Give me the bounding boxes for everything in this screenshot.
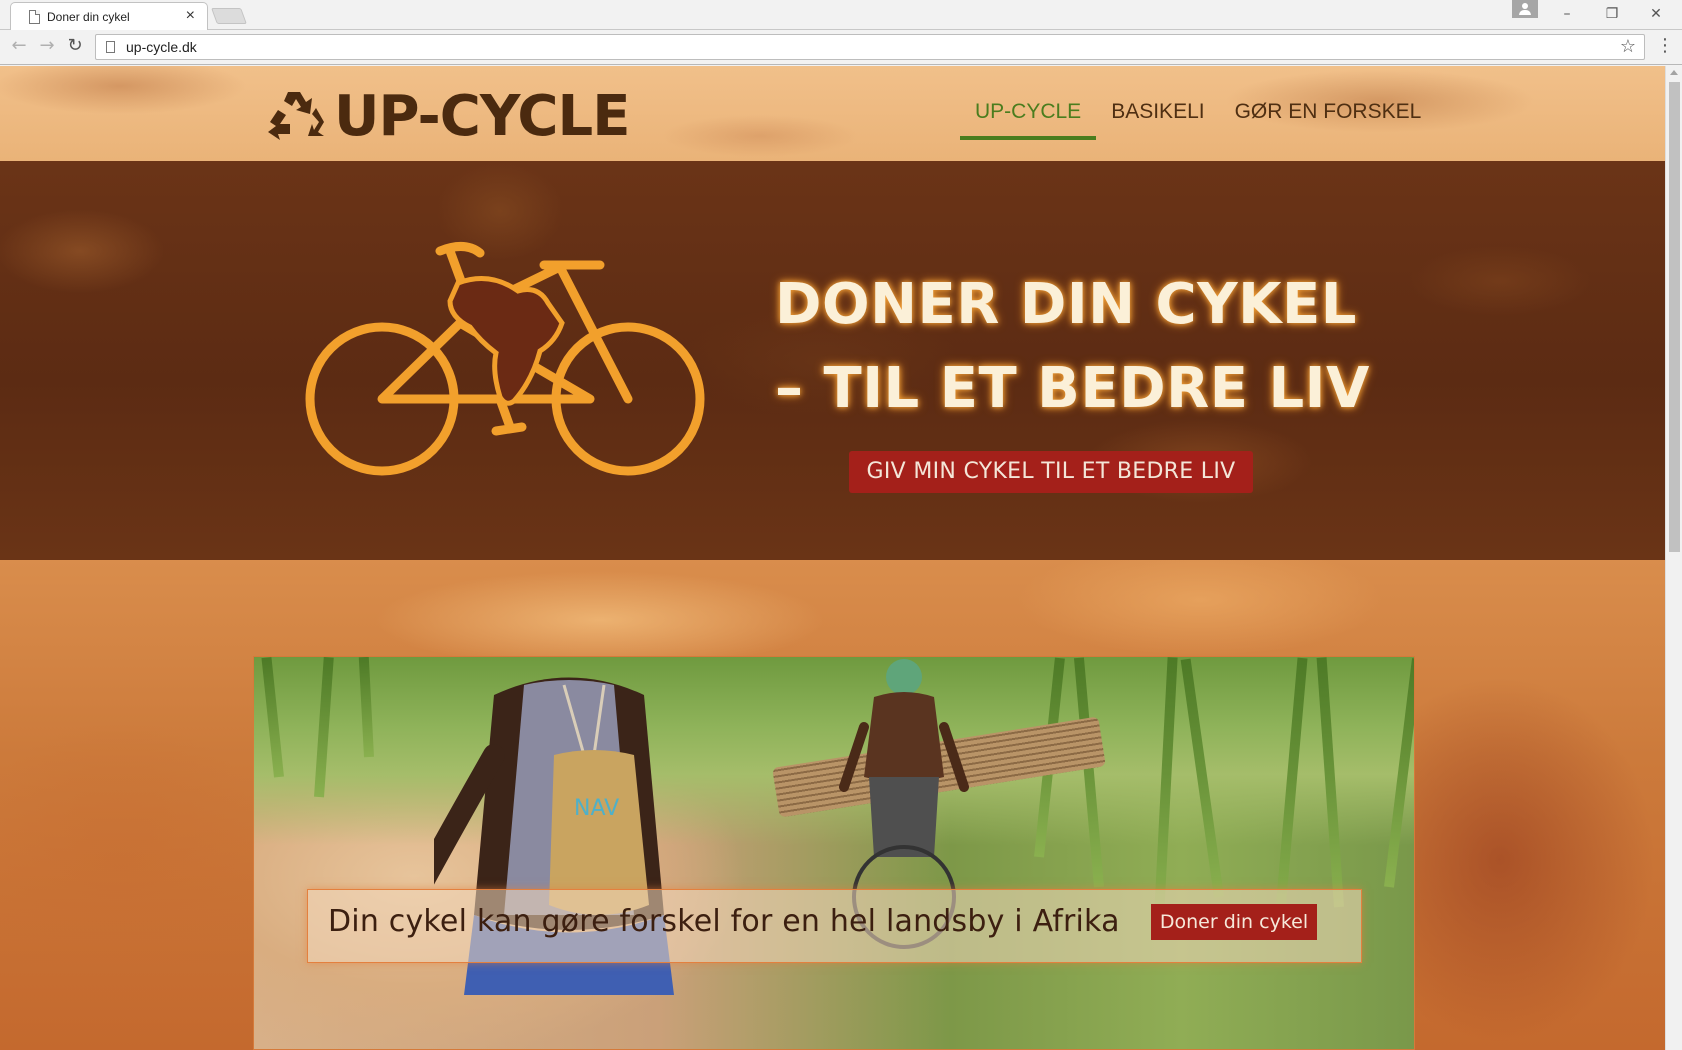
bicycle-africa-icon [305,242,705,476]
close-window-button[interactable]: ✕ [1636,2,1676,26]
url-text[interactable]: up-cycle.dk [126,39,197,55]
grass-decoration [1316,657,1344,908]
page-info-icon[interactable] [106,41,115,53]
site-header: UP-CYCLE UP-CYCLE BASIKELI GØR EN FORSKE… [0,66,1665,161]
minimize-button[interactable]: – [1547,2,1587,26]
grass-decoration [314,657,334,798]
hero-title: DONER DIN CYKEL – TIL ET BEDRE LIV [775,263,1395,431]
hero-section: DONER DIN CYKEL – TIL ET BEDRE LIV GIV M… [0,161,1665,560]
backpack-print: NAV [574,796,619,821]
browser-tab-bar: Doner din cykel × – ❐ ✕ [0,0,1682,30]
grass-decoration [1180,658,1224,898]
new-tab-button[interactable] [211,8,247,24]
browser-tab[interactable]: Doner din cykel × [10,2,208,30]
bookmark-star-icon[interactable]: ☆ [1620,36,1636,57]
page-viewport: UP-CYCLE UP-CYCLE BASIKELI GØR EN FORSKE… [0,66,1665,1050]
hero-title-line-1: DONER DIN CYKEL [775,272,1357,337]
donate-banner: Din cykel kan gøre forskel for en hel la… [307,889,1362,963]
nav-item-up-cycle[interactable]: UP-CYCLE [960,94,1097,140]
grass-decoration [1274,657,1308,928]
main-nav: UP-CYCLE BASIKELI GØR EN FORSKEL [960,94,1436,142]
grass-decoration [1073,657,1104,888]
tab-close-icon[interactable]: × [186,7,195,25]
banner-text: Din cykel kan gøre forskel for en hel la… [328,904,1120,939]
grass-decoration [358,657,374,758]
recycle-icon [268,92,324,140]
logo-text: UP-CYCLE [334,83,630,149]
back-arrow-icon[interactable]: ← [8,35,30,56]
grass-decoration [261,657,284,778]
address-bar[interactable]: up-cycle.dk ☆ [95,34,1645,60]
page-icon [29,10,40,24]
hero-title-line-2: – TIL ET BEDRE LIV [775,356,1370,421]
profile-icon[interactable] [1512,0,1538,18]
browser-menu-icon[interactable]: ⋮ [1656,35,1674,56]
forward-arrow-icon[interactable]: → [36,35,58,56]
grass-decoration [1384,658,1414,888]
hero-photo: NAV [253,656,1415,1050]
site-logo[interactable]: UP-CYCLE [266,83,630,149]
hero-cta-button[interactable]: GIV MIN CYKEL TIL ET BEDRE LIV [849,451,1253,493]
browser-toolbar: ← → ↻ up-cycle.dk ☆ ⋮ [0,30,1682,65]
tab-title: Doner din cykel [47,10,130,24]
nav-item-basikeli[interactable]: BASIKELI [1096,94,1219,140]
restore-button[interactable]: ❐ [1592,2,1632,26]
grass-decoration [1154,657,1178,918]
reload-icon[interactable]: ↻ [64,35,86,56]
donate-bike-button[interactable]: Doner din cykel [1151,904,1317,940]
nav-item-gor-en-forskel[interactable]: GØR EN FORSKEL [1220,94,1437,140]
page-scrollbar[interactable] [1665,66,1682,1050]
scroll-up-arrow-icon[interactable] [1670,70,1678,75]
scrollbar-thumb[interactable] [1669,82,1680,552]
